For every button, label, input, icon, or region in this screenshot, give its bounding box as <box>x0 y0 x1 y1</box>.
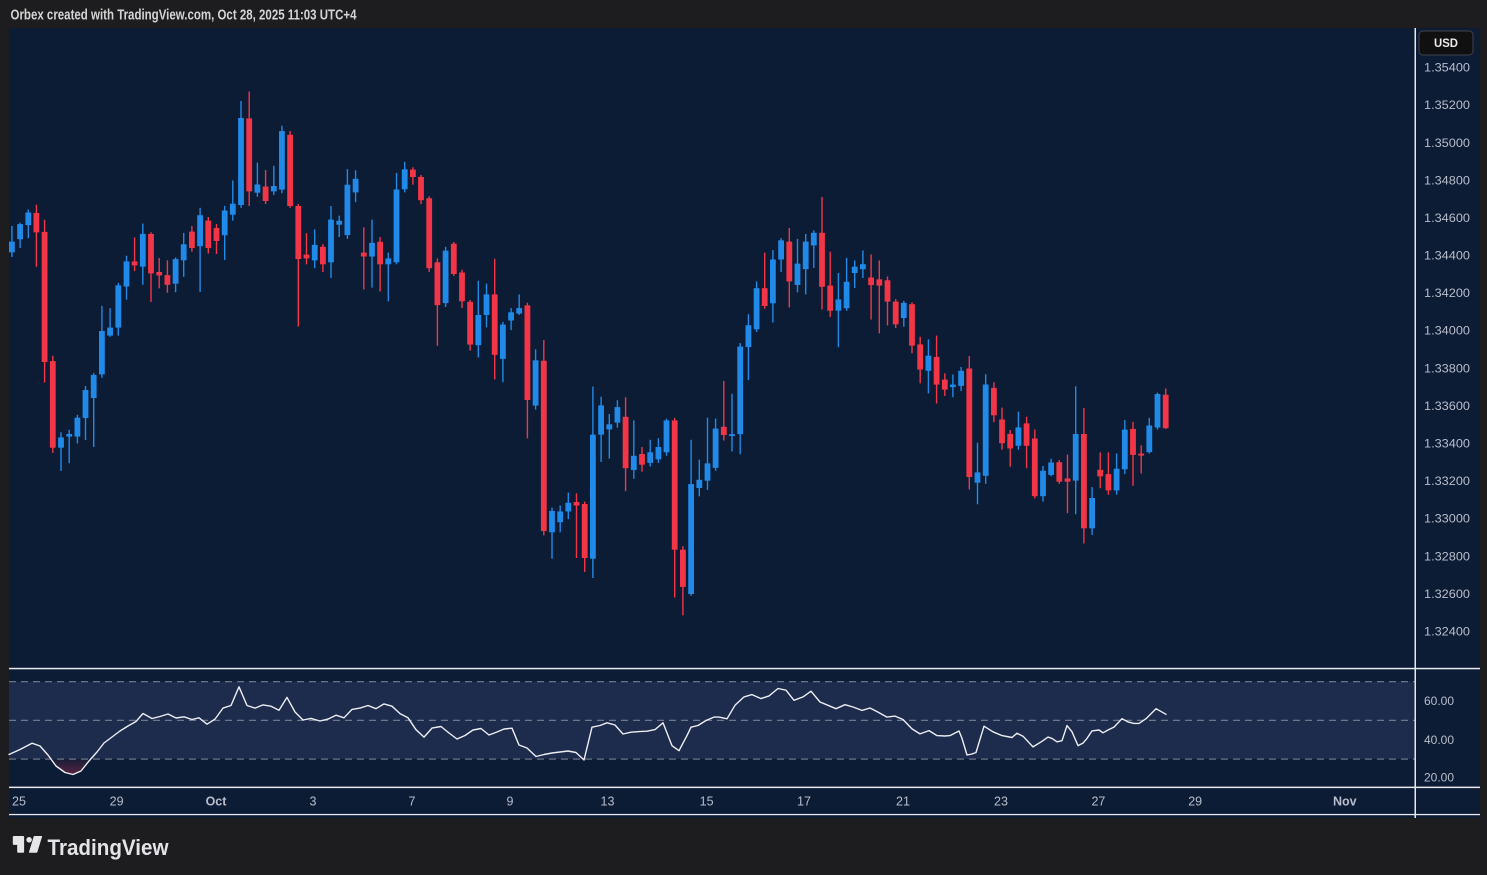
svg-text:Oct: Oct <box>206 795 228 809</box>
svg-text:40.00: 40.00 <box>1424 733 1454 747</box>
svg-text:1.35000: 1.35000 <box>1424 136 1470 150</box>
svg-text:1.35200: 1.35200 <box>1424 98 1470 112</box>
svg-text:60.00: 60.00 <box>1424 694 1454 708</box>
svg-text:23: 23 <box>994 795 1008 809</box>
svg-text:1.32400: 1.32400 <box>1424 625 1470 639</box>
svg-text:7: 7 <box>409 795 416 809</box>
svg-text:29: 29 <box>1188 795 1202 809</box>
svg-text:Orbex created with TradingView: Orbex created with TradingView.com, Oct … <box>11 8 357 24</box>
svg-text:15: 15 <box>700 795 714 809</box>
svg-text:17: 17 <box>797 795 811 809</box>
svg-text:9: 9 <box>507 795 514 809</box>
svg-text:1.33600: 1.33600 <box>1424 399 1470 413</box>
svg-text:1.33800: 1.33800 <box>1424 361 1470 375</box>
svg-text:1.32800: 1.32800 <box>1424 549 1470 563</box>
svg-text:1.34400: 1.34400 <box>1424 249 1470 263</box>
svg-text:1.34600: 1.34600 <box>1424 211 1470 225</box>
svg-text:1.33400: 1.33400 <box>1424 437 1470 451</box>
svg-text:29: 29 <box>110 795 124 809</box>
svg-text:1.34800: 1.34800 <box>1424 173 1470 187</box>
svg-text:21: 21 <box>896 795 910 809</box>
svg-text:3: 3 <box>310 795 317 809</box>
svg-text:1.34000: 1.34000 <box>1424 324 1470 338</box>
svg-text:25: 25 <box>12 795 26 809</box>
svg-text:TradingView: TradingView <box>48 835 170 860</box>
svg-text:13: 13 <box>601 795 615 809</box>
svg-text:27: 27 <box>1091 795 1105 809</box>
svg-text:1.33000: 1.33000 <box>1424 512 1470 526</box>
svg-text:USD: USD <box>1434 36 1458 50</box>
svg-text:20.00: 20.00 <box>1424 771 1454 785</box>
svg-text:Nov: Nov <box>1333 795 1357 809</box>
svg-text:1.32600: 1.32600 <box>1424 587 1470 601</box>
svg-text:1.33200: 1.33200 <box>1424 474 1470 488</box>
svg-text:1.35400: 1.35400 <box>1424 61 1470 75</box>
svg-text:1.34200: 1.34200 <box>1424 286 1470 300</box>
